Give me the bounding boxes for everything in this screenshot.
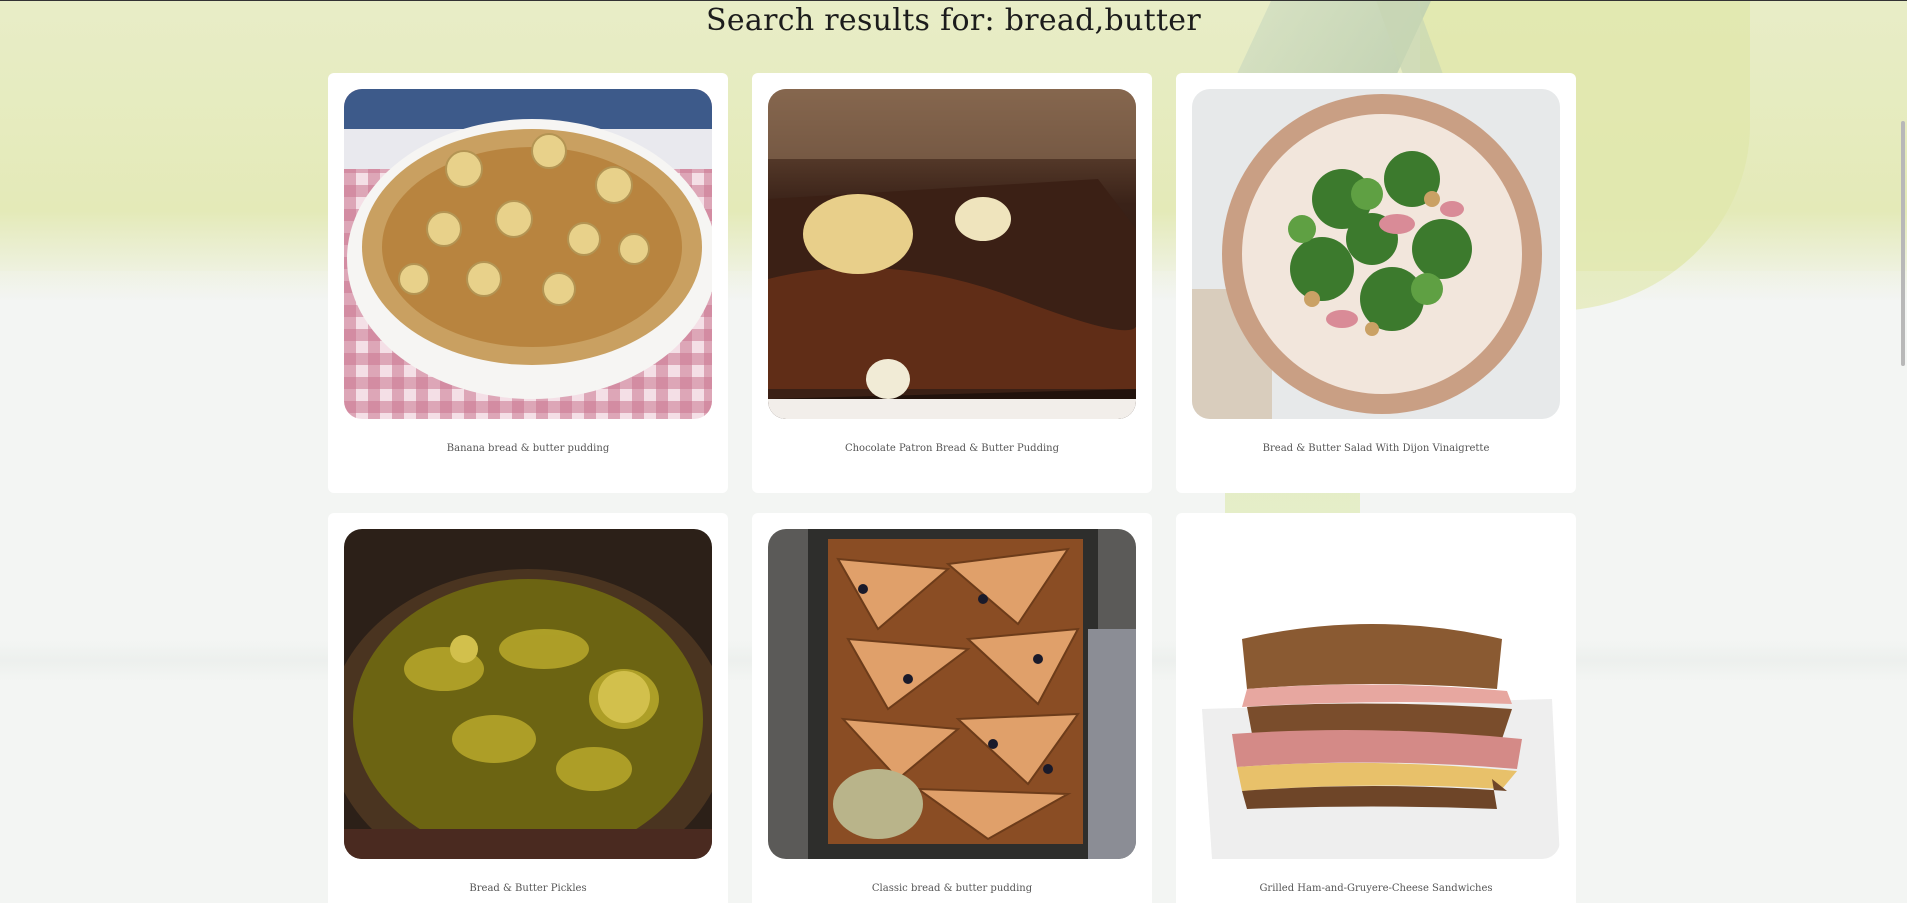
pickles-photo[interactable] [344,529,712,859]
page-title: Search results for: bread,butter [706,3,1201,38]
recipe-card[interactable]: Classic bread & butter pudding [752,513,1152,903]
grilled-sandwich-photo[interactable] [1192,529,1560,859]
recipe-title[interactable]: Banana bread & butter pudding [344,443,712,454]
recipe-title[interactable]: Chocolate Patron Bread & Butter Pudding [768,443,1136,454]
recipe-card[interactable]: Grilled Ham-and-Gruyere-Cheese Sandwiche… [1176,513,1576,903]
vertical-scrollbar[interactable] [1897,1,1907,903]
banana-pudding-photo[interactable] [344,89,712,419]
recipe-card[interactable]: Bread & Butter Salad With Dijon Vinaigre… [1176,73,1576,493]
recipe-card[interactable]: Chocolate Patron Bread & Butter Pudding [752,73,1152,493]
scrollbar-thumb[interactable] [1901,121,1905,366]
salad-bowl-photo[interactable] [1192,89,1560,419]
chocolate-pudding-photo[interactable] [768,89,1136,419]
recipe-card[interactable]: Bread & Butter Pickles [328,513,728,903]
results-grid: Banana bread & butter pudding Chocolate … [328,73,1576,903]
recipe-title[interactable]: Grilled Ham-and-Gruyere-Cheese Sandwiche… [1192,883,1560,894]
recipe-title[interactable]: Classic bread & butter pudding [768,883,1136,894]
recipe-card[interactable]: Banana bread & butter pudding [328,73,728,493]
recipe-title[interactable]: Bread & Butter Salad With Dijon Vinaigre… [1192,443,1560,454]
recipe-title[interactable]: Bread & Butter Pickles [344,883,712,894]
baked-pudding-tray-photo[interactable] [768,529,1136,859]
